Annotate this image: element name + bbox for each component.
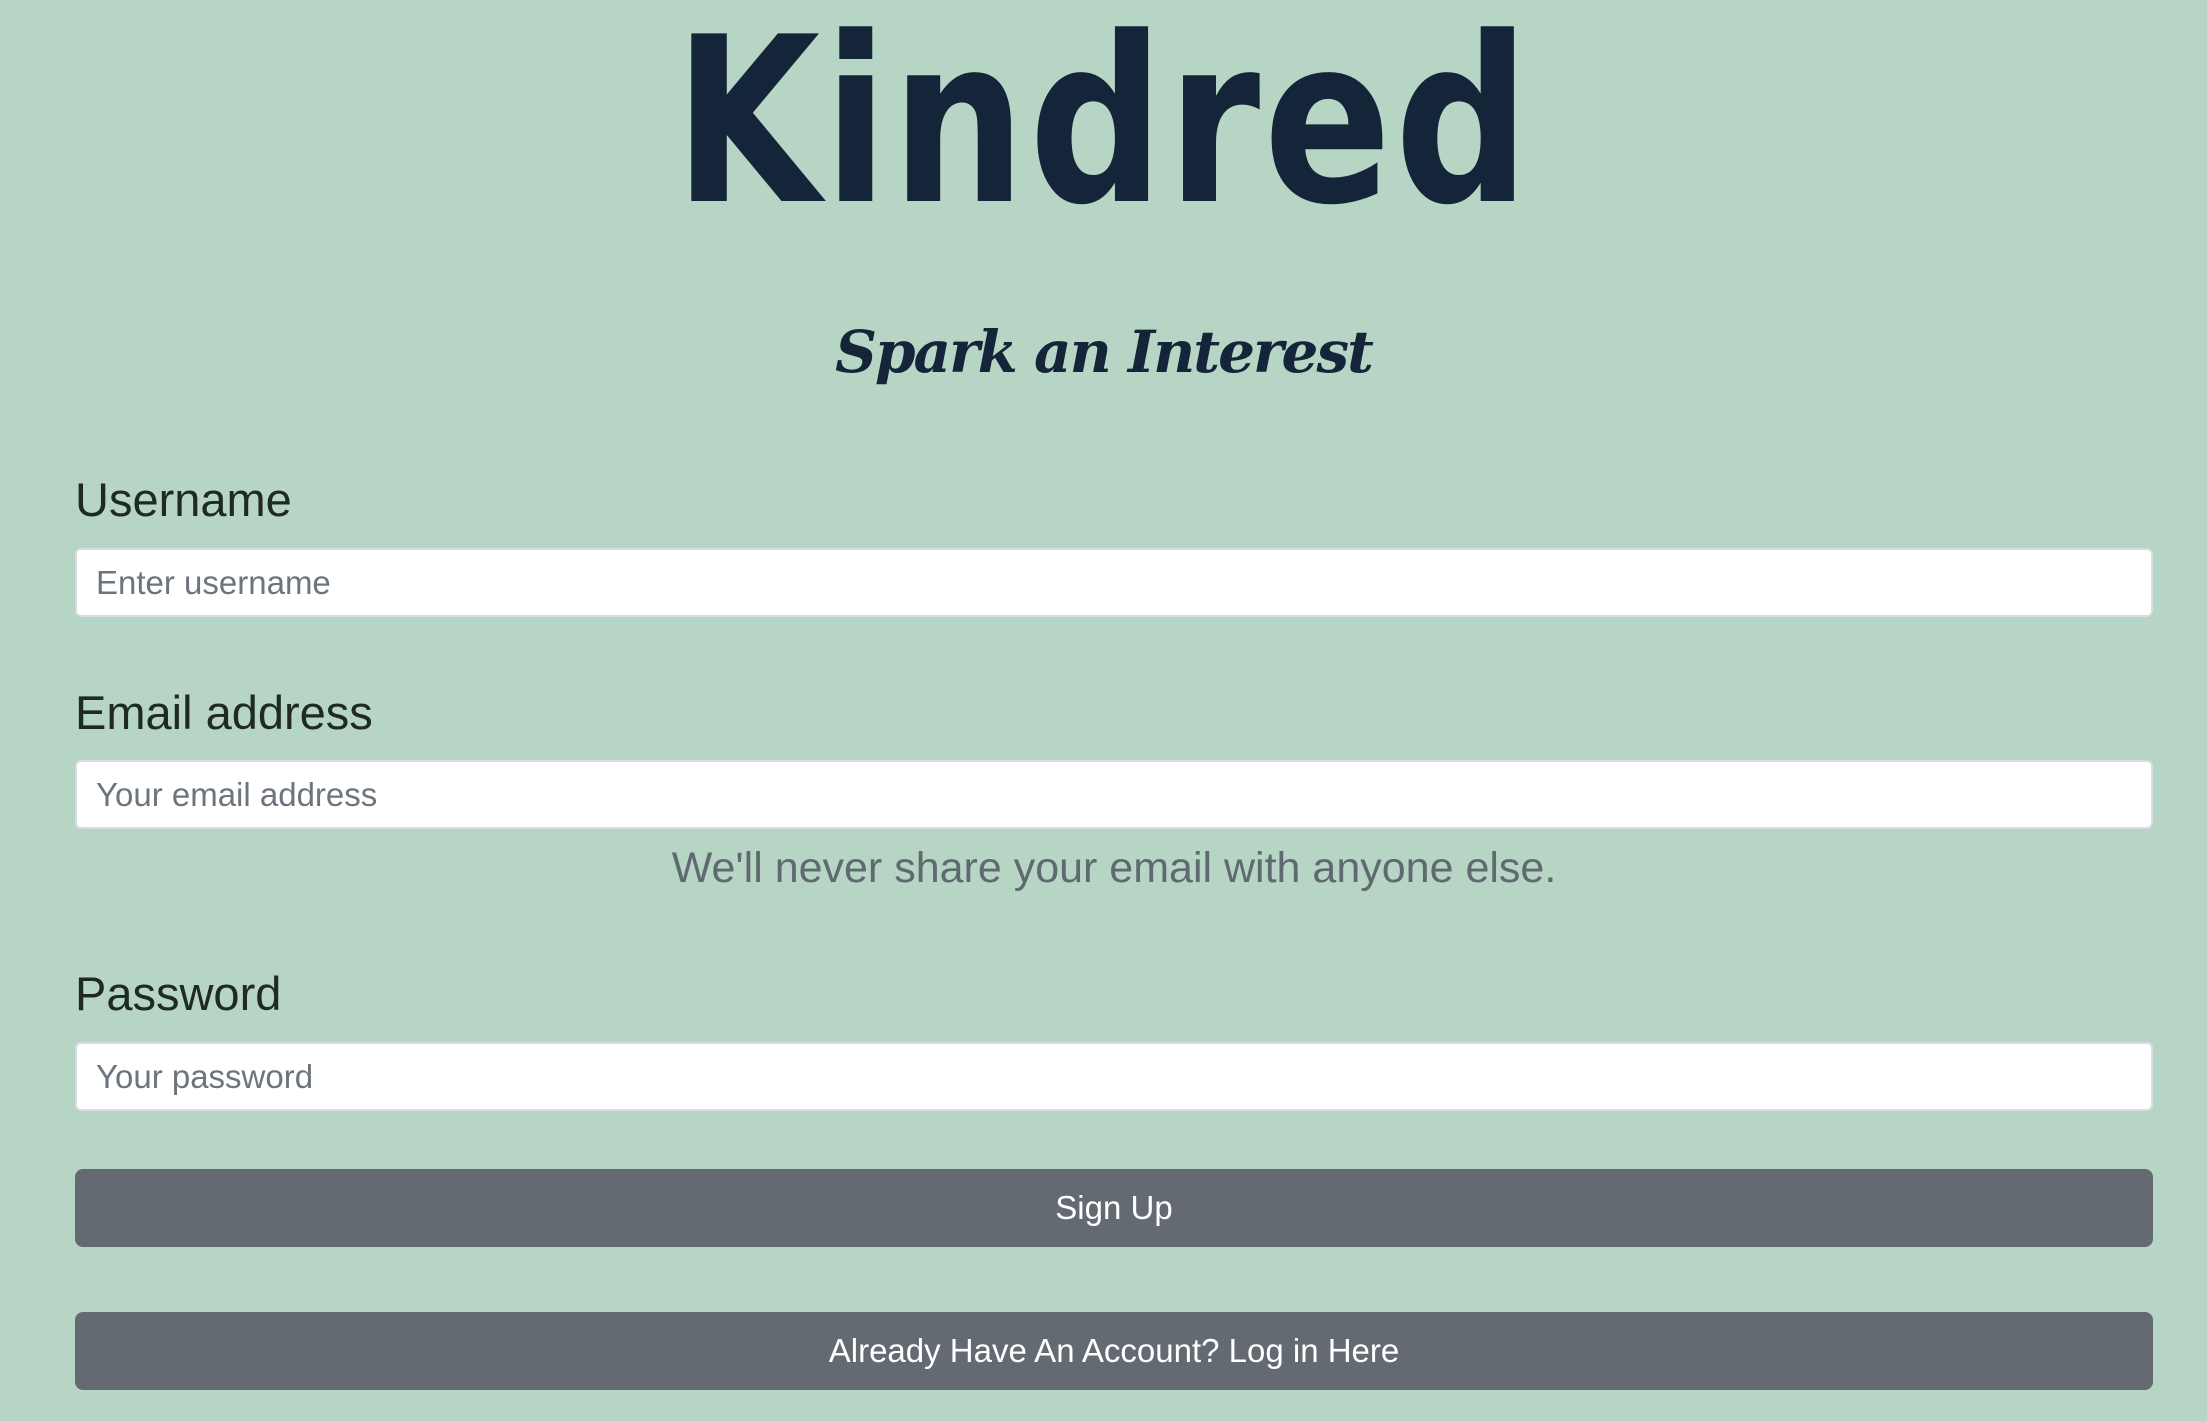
sign-up-button[interactable]: Sign Up (75, 1169, 2153, 1247)
username-label: Username (75, 473, 292, 526)
password-label: Password (75, 967, 282, 1020)
login-link-button[interactable]: Already Have An Account? Log in Here (75, 1312, 2153, 1390)
kindred-logo: Kindred (674, 0, 1533, 256)
email-input[interactable] (75, 760, 2153, 829)
email-help-text: We'll never share your email with anyone… (671, 844, 1557, 892)
username-input[interactable] (75, 548, 2153, 617)
email-label: Email address (75, 686, 373, 739)
tagline: Spark an Interest (835, 318, 1374, 386)
password-input[interactable] (75, 1042, 2153, 1111)
